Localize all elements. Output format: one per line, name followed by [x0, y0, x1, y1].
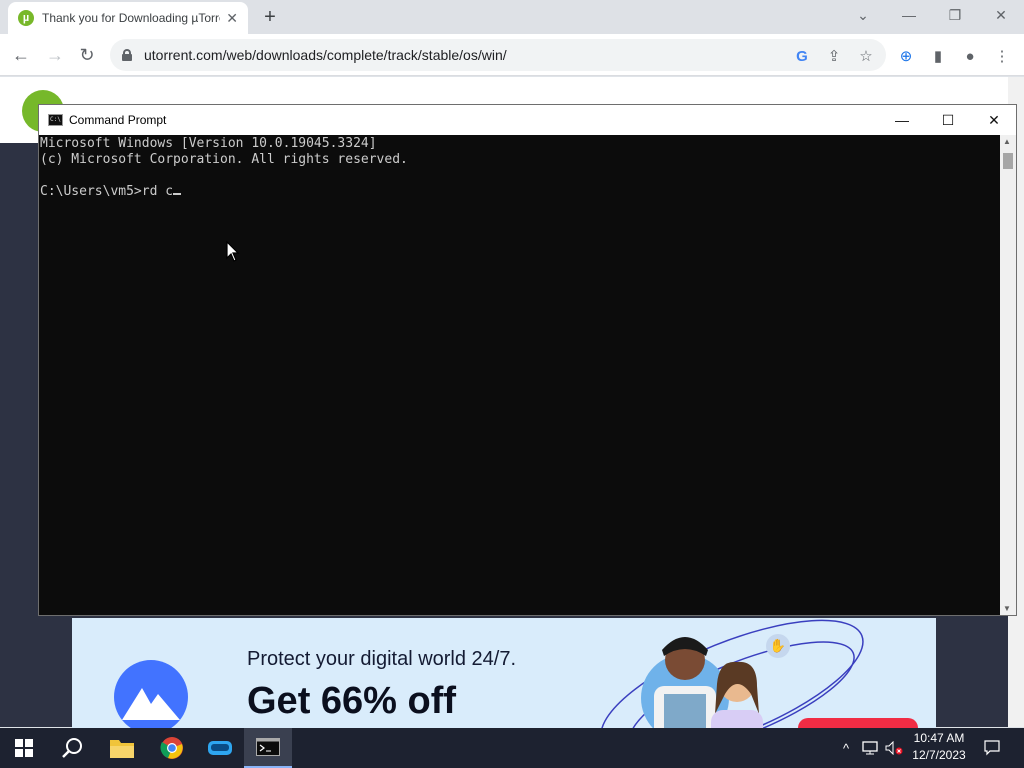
network-icon[interactable]	[860, 738, 880, 758]
share-icon[interactable]: ⇪	[822, 44, 846, 68]
browser-minimize-button[interactable]: —	[886, 0, 932, 30]
console-output[interactable]: Microsoft Windows [Version 10.0.19045.33…	[39, 135, 1000, 615]
cmd-title-bar[interactable]: C:\ Command Prompt	[39, 105, 1016, 135]
browser-tab[interactable]: µ Thank you for Downloading µTorrent ✕	[8, 2, 248, 34]
mouse-pointer-icon	[226, 241, 240, 262]
ad-offer: Get 66% off	[247, 680, 457, 722]
tab-title: Thank you for Downloading µTorrent	[42, 11, 221, 25]
scroll-up-icon[interactable]: ▲	[1003, 137, 1011, 146]
browser-close-button[interactable]: ✕	[978, 0, 1024, 30]
url-text: utorrent.com/web/downloads/complete/trac…	[144, 47, 507, 63]
console-prompt-line[interactable]: C:\Users\vm5>rd c	[40, 184, 999, 200]
tab-close-icon[interactable]: ✕	[226, 10, 238, 27]
search-icon[interactable]	[48, 728, 96, 768]
file-explorer-icon[interactable]	[98, 728, 146, 768]
utorrent-favicon-icon: µ	[18, 10, 34, 26]
tab-search-icon[interactable]: ⌄	[840, 0, 886, 30]
cmd-maximize-button[interactable]: ☐	[925, 105, 971, 135]
volume-muted-icon[interactable]	[884, 738, 904, 758]
chevron-up-icon[interactable]: ^	[838, 738, 854, 758]
console-line: (c) Microsoft Corporation. All rights re…	[40, 152, 408, 167]
system-clock[interactable]: 10:47 AM 12/7/2023	[904, 730, 974, 766]
console-line: ​	[40, 168, 999, 184]
google-icon[interactable]: G	[790, 44, 814, 68]
lock-icon	[122, 49, 132, 61]
download-icon[interactable]: ⊕	[894, 44, 918, 68]
ad-banner[interactable]: Protect your digital world 24/7. Get 66%…	[72, 618, 936, 728]
clock-date: 12/7/2023	[912, 748, 966, 762]
cmd-scroll-thumb[interactable]	[1003, 153, 1013, 169]
chrome-icon[interactable]	[148, 728, 196, 768]
console-line: C:\Users\vm5>rd c	[40, 184, 174, 199]
browser-restore-button[interactable]: ❐	[932, 0, 978, 30]
bookmark-star-icon[interactable]: ☆	[854, 44, 878, 68]
forward-icon[interactable]: →	[40, 40, 70, 70]
side-panel-icon[interactable]: ▮	[926, 44, 950, 68]
cmd-scrollbar[interactable]: ▲ ▼	[1000, 135, 1016, 615]
menu-dots-icon[interactable]: ⋮	[990, 44, 1014, 68]
cmd-minimize-button[interactable]: —	[879, 105, 925, 135]
vpn-logo-icon	[114, 660, 188, 728]
address-bar[interactable]: utorrent.com/web/downloads/complete/trac…	[110, 39, 886, 71]
start-icon[interactable]	[0, 728, 48, 768]
profile-avatar-icon[interactable]: ●	[958, 44, 982, 68]
reload-icon[interactable]: ↻	[72, 40, 102, 70]
back-icon[interactable]: ←	[6, 40, 36, 70]
hand-icon: ✋	[766, 634, 790, 658]
command-prompt-icon[interactable]	[244, 728, 292, 768]
command-prompt-icon: C:\	[48, 114, 63, 126]
cmd-title: Command Prompt	[69, 113, 167, 127]
app-icon[interactable]	[196, 728, 244, 768]
ad-cta-button[interactable]	[798, 718, 918, 728]
console-line: Microsoft Windows [Version 10.0.19045.33…	[40, 136, 377, 151]
ad-person-image	[697, 654, 777, 728]
scroll-down-icon[interactable]: ▼	[1003, 604, 1011, 613]
text-cursor	[173, 193, 182, 195]
ad-headline: Protect your digital world 24/7.	[247, 648, 517, 670]
new-tab-button[interactable]: +	[258, 4, 282, 30]
command-prompt-window[interactable]: C:\ Command Prompt — ☐ ✕ Microsoft Windo…	[38, 104, 1017, 616]
notification-icon[interactable]	[980, 738, 1004, 758]
clock-time: 10:47 AM	[913, 731, 965, 745]
cmd-close-button[interactable]: ✕	[971, 105, 1017, 135]
